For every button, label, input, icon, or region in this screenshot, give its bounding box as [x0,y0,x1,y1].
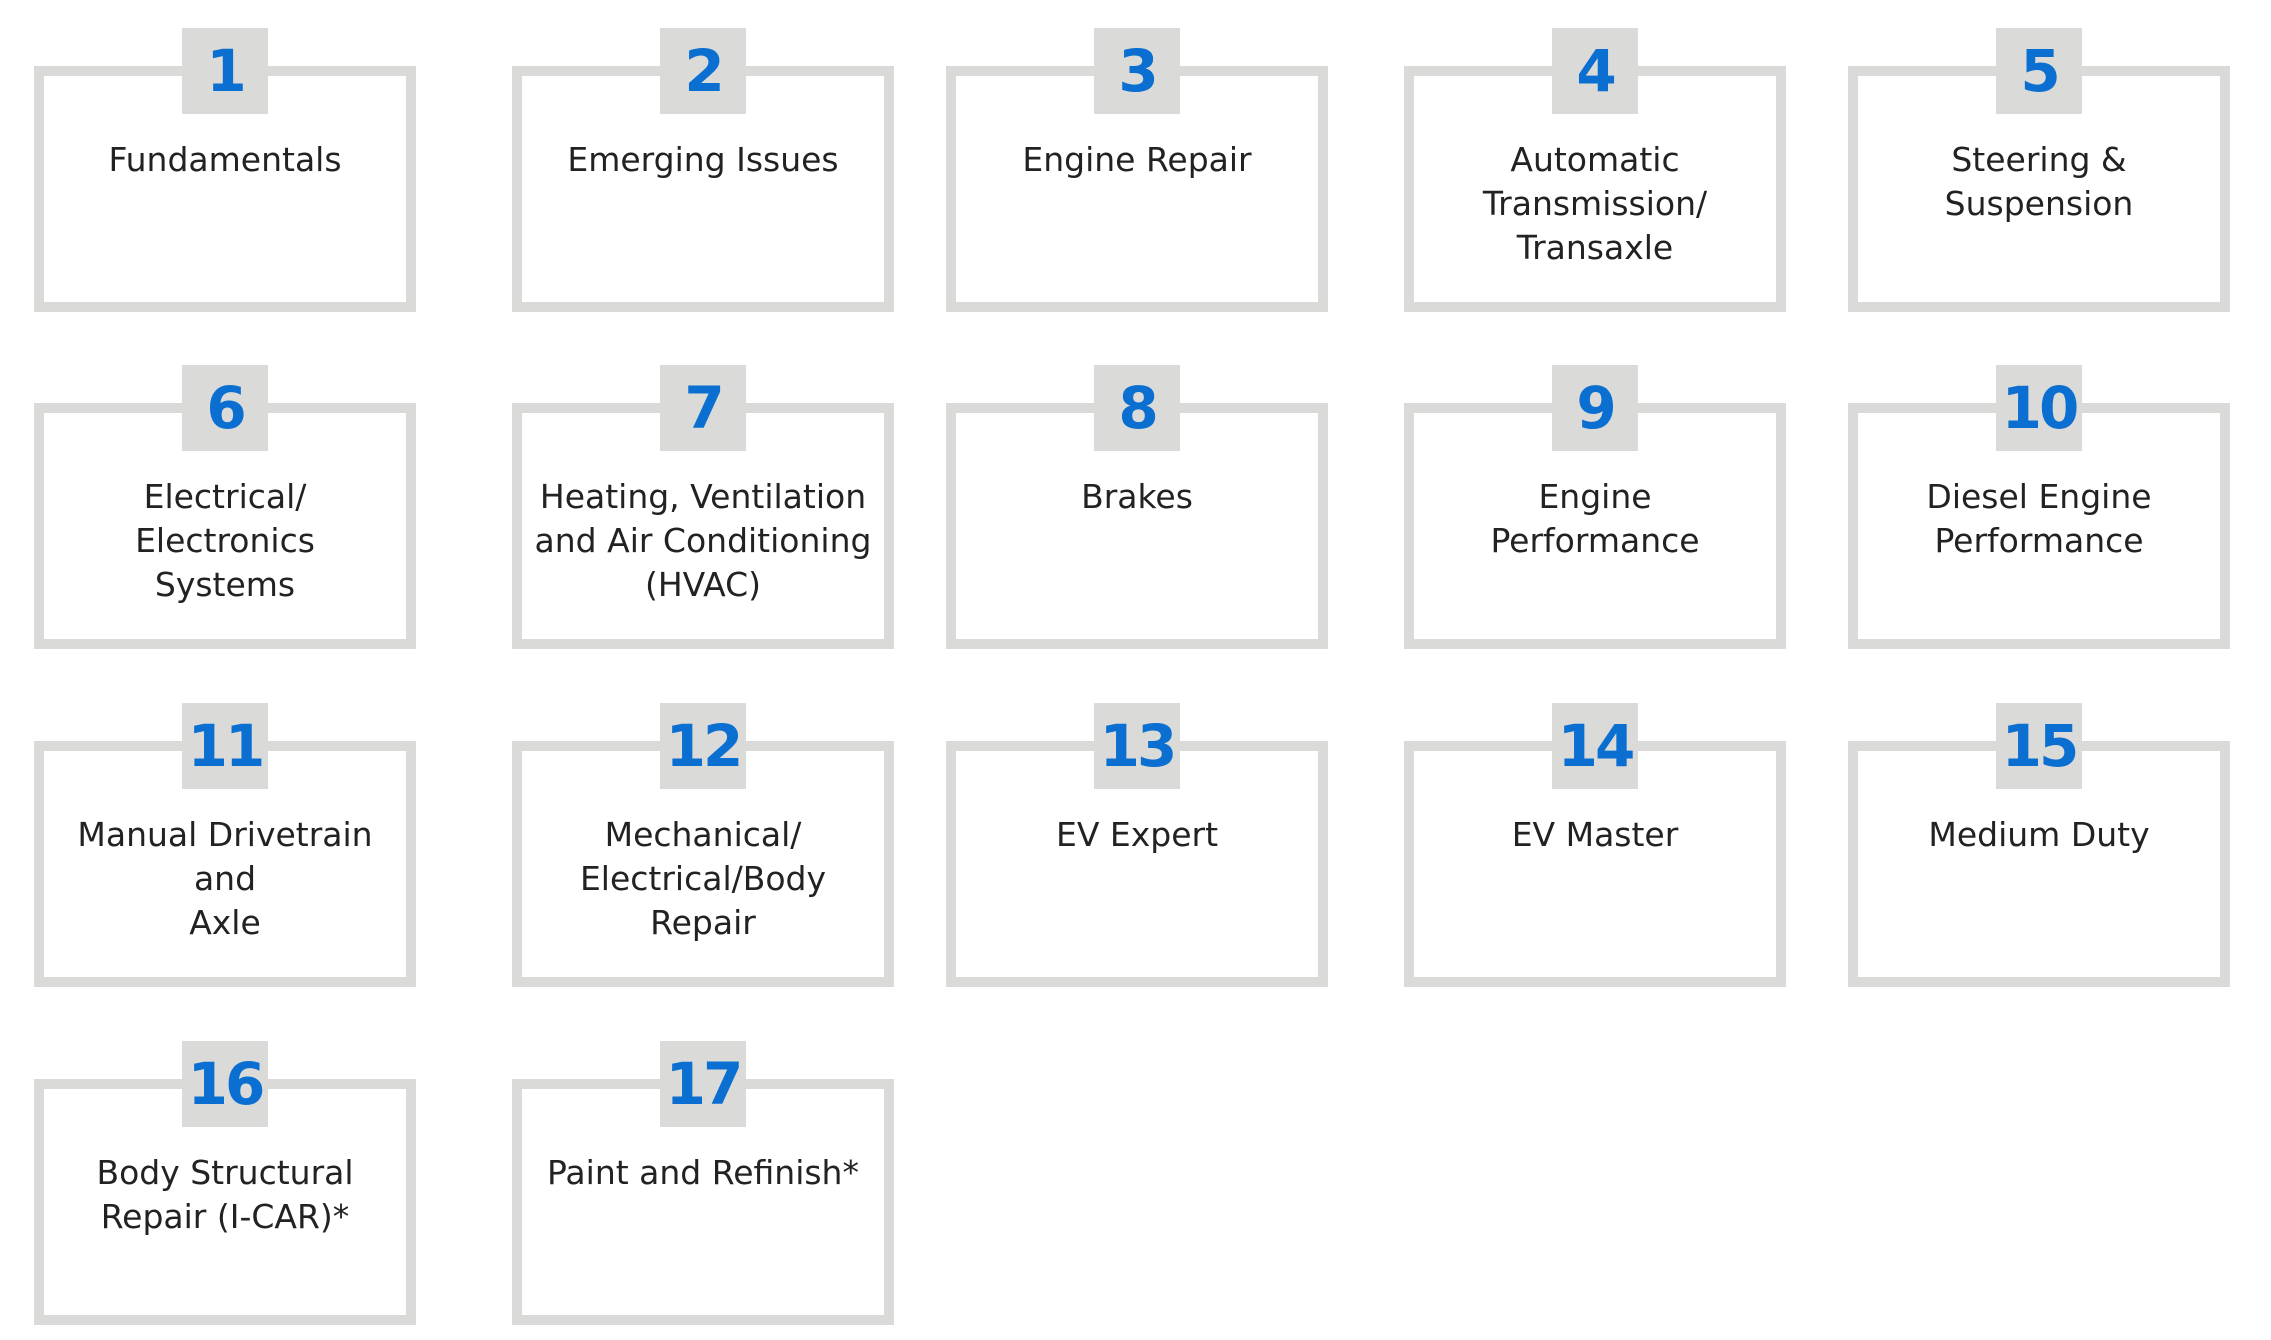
module-number: 17 [665,1050,744,1118]
module-number-tab: 6 [182,365,268,451]
module-number-tab: 14 [1552,703,1638,789]
module-number: 16 [187,1050,266,1118]
module-card: 7 Heating, Ventilation and Air Conditioni… [512,365,894,649]
module-number-tab: 8 [1094,365,1180,451]
module-card: 9 Engine Performance [1404,365,1786,649]
module-number: 12 [665,712,744,780]
module-card: 15 Medium Duty [1848,703,2230,987]
module-card: 2 Emerging Issues [512,28,894,312]
module-number: 11 [187,712,266,780]
module-title: Emerging Issues [567,140,839,179]
module-title: Heating, Ventilation and Air Conditionin… [534,477,872,604]
module-number: 6 [206,374,246,442]
module-number-tab: 12 [660,703,746,789]
module-number: 10 [2001,374,2080,442]
module-title: Medium Duty [1928,815,2150,854]
module-title: EV Expert [1055,815,1219,854]
module-number: 2 [684,37,724,105]
module-title: EV Master [1511,815,1679,854]
module-title: Body Structural Repair (I-CAR)* [96,1153,354,1236]
module-number: 15 [2001,712,2080,780]
module-title: Mechanical/ Electrical/Body Repair [579,815,827,942]
module-card: 5 Steering & Suspension [1848,28,2230,312]
module-number-tab: 7 [660,365,746,451]
module-number: 7 [684,374,724,442]
module-title: Manual Drivetrain and Axle [77,815,373,942]
module-number-tab: 13 [1094,703,1180,789]
module-number: 14 [1557,712,1636,780]
module-title: Automatic Transmission/ Transaxle [1482,140,1708,267]
module-card: 17 Paint and Refinish* [512,1041,894,1325]
module-number: 1 [206,37,246,105]
module-number-tab: 17 [660,1041,746,1127]
module-card: 14 EV Master [1404,703,1786,987]
module-title: Fundamentals [108,140,342,179]
module-number-tab: 4 [1552,28,1638,114]
module-number: 8 [1118,374,1158,442]
module-number: 3 [1118,37,1158,105]
module-number-tab: 16 [182,1041,268,1127]
module-card: 12 Mechanical/ Electrical/Body Repair [512,703,894,987]
module-number-tab: 11 [182,703,268,789]
module-card: 1 Fundamentals [34,28,416,312]
module-number-tab: 9 [1552,365,1638,451]
module-number: 13 [1099,712,1178,780]
module-card: 10 Diesel Engine Performance [1848,365,2230,649]
module-number-tab: 5 [1996,28,2082,114]
module-title: Steering & Suspension [1944,140,2134,223]
module-card: 8 Brakes [946,365,1328,649]
module-card: 16 Body Structural Repair (I-CAR)* [34,1041,416,1325]
module-title: Engine Performance [1490,477,1700,560]
module-card: 6 Electrical/ Electronics Systems [34,365,416,649]
module-title: Engine Repair [1022,140,1252,179]
module-number-tab: 3 [1094,28,1180,114]
module-title: Brakes [1081,477,1193,516]
module-number-tab: 2 [660,28,746,114]
module-number: 9 [1576,374,1616,442]
module-title: Diesel Engine Performance [1926,477,2152,560]
module-card: 11 Manual Drivetrain and Axle [34,703,416,987]
module-card: 13 EV Expert [946,703,1328,987]
module-number: 5 [2020,37,2060,105]
module-card: 3 Engine Repair [946,28,1328,312]
module-title: Paint and Refinish* [547,1153,859,1192]
module-number-tab: 1 [182,28,268,114]
module-number-tab: 15 [1996,703,2082,789]
module-number: 4 [1576,37,1616,105]
module-card: 4 Automatic Transmission/ Transaxle [1404,28,1786,312]
module-title: Electrical/ Electronics Systems [135,477,315,604]
module-number-tab: 10 [1996,365,2082,451]
